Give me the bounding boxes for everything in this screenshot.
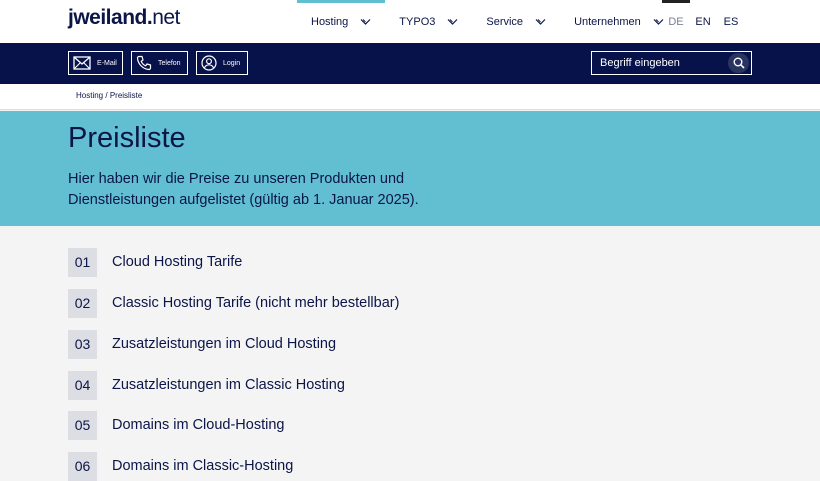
item-title-link[interactable]: Zusatzleistungen im Cloud Hosting [112, 336, 336, 352]
nav-item-label: TYPO3 [399, 15, 436, 28]
chevron-down-icon [360, 18, 371, 25]
nav-item-hosting[interactable]: Hosting [297, 0, 386, 43]
list-item[interactable]: 04 Zusatzleistungen im Classic Hosting [68, 370, 345, 400]
page-title: Preisliste [68, 122, 186, 154]
item-number: 03 [68, 329, 97, 359]
page-hero: Preisliste Hier haben wir die Preise zu … [0, 111, 820, 226]
nav-item-service[interactable]: Service [472, 0, 560, 43]
item-number: 05 [68, 410, 97, 440]
search-input[interactable] [592, 52, 722, 74]
logo-tld: net [152, 6, 180, 29]
phone-label: Telefon [158, 59, 181, 67]
email-label: E-Mail [97, 59, 117, 67]
phone-icon [136, 55, 152, 71]
item-number: 02 [68, 288, 97, 318]
login-button[interactable]: Login [196, 51, 248, 75]
item-title-link[interactable]: Cloud Hosting Tarife [112, 254, 242, 270]
item-title-link[interactable]: Domains im Classic-Hosting [112, 458, 293, 474]
chevron-down-icon [447, 18, 458, 25]
main-nav: Hosting TYPO3 Service Unternehmen [297, 0, 678, 43]
lang-en[interactable]: EN [689, 0, 717, 43]
item-title-link[interactable]: Domains im Cloud-Hosting [112, 417, 284, 433]
list-item[interactable]: 02 Classic Hosting Tarife (nicht mehr be… [68, 288, 399, 318]
search-button[interactable] [728, 53, 749, 73]
page-intro: Hier haben wir die Preise zu unseren Pro… [68, 171, 419, 208]
nav-item-label: Hosting [311, 15, 349, 28]
list-item[interactable]: 03 Zusatzleistungen im Cloud Hosting [68, 329, 336, 359]
lang-de[interactable]: DE [662, 0, 690, 43]
nav-item-typo3[interactable]: TYPO3 [385, 0, 472, 43]
logo-brand: jweiland [68, 6, 147, 29]
top-header: jweiland.net Hosting TYPO3 Service Unter… [0, 0, 820, 43]
breadcrumb-separator: / [105, 91, 108, 100]
item-number: 04 [68, 370, 97, 400]
item-number: 01 [68, 247, 97, 277]
email-button[interactable]: E-Mail [68, 51, 123, 75]
list-item[interactable]: 06 Domains im Classic-Hosting [68, 451, 293, 481]
chevron-down-icon [535, 18, 546, 25]
logo[interactable]: jweiland.net [68, 6, 180, 30]
phone-button[interactable]: Telefon [131, 51, 188, 75]
nav-item-unternehmen[interactable]: Unternehmen [560, 0, 678, 43]
breadcrumb-current: Preisliste [109, 91, 143, 100]
lang-es[interactable]: ES [717, 0, 745, 43]
nav-item-label: Service [486, 15, 524, 28]
search-box [591, 51, 752, 75]
breadcrumb-link-hosting[interactable]: Hosting [76, 91, 103, 100]
nav-item-label: Unternehmen [574, 15, 641, 28]
login-label: Login [223, 59, 241, 67]
envelope-icon [73, 56, 91, 70]
breadcrumb: Hosting / Preisliste [76, 91, 142, 100]
user-icon [201, 55, 217, 71]
item-number: 06 [68, 451, 97, 481]
list-item[interactable]: 05 Domains im Cloud-Hosting [68, 410, 284, 440]
search-icon [733, 57, 745, 69]
list-item[interactable]: 01 Cloud Hosting Tarife [68, 247, 242, 277]
breadcrumb-bar: Hosting / Preisliste [0, 84, 820, 110]
item-title-link[interactable]: Classic Hosting Tarife (nicht mehr beste… [112, 295, 399, 311]
item-title-link[interactable]: Zusatzleistungen im Classic Hosting [112, 377, 345, 393]
